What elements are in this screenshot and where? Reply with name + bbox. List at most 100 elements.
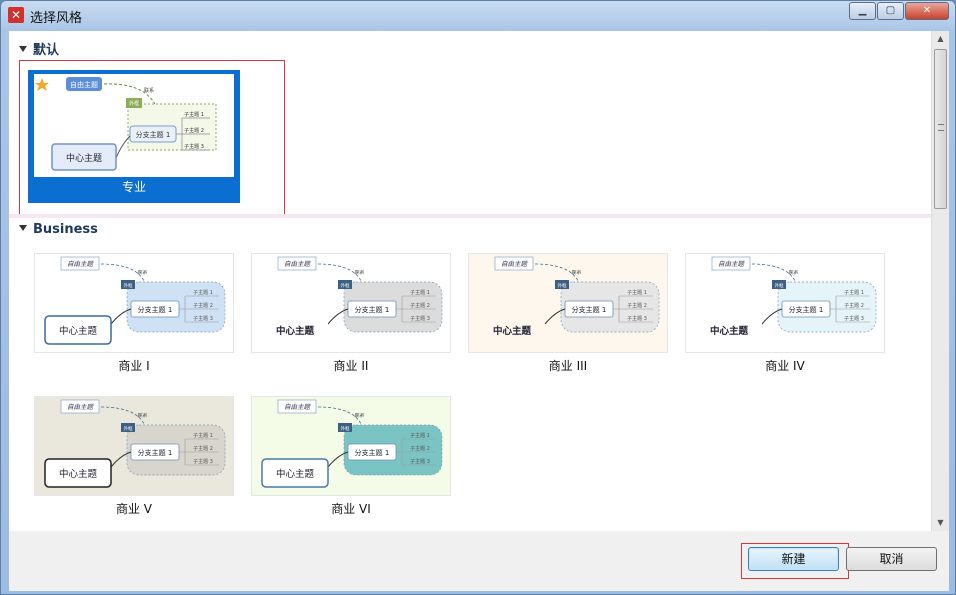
section-header-business[interactable]: Business [19,222,98,237]
mindmap-preview: 自由主题联系外框分支主题 1 子主题 1 子主题 2 子主题 3 中心主题 [261,399,443,488]
grip-icon [938,124,944,131]
sub-3: 子主题 3 [193,458,213,465]
sub-3: 子主题 3 [410,458,430,465]
sub-1: 子主题 1 [627,289,647,296]
mindmap-preview: 自由主题联系外框分支主题 1 子主题 1 子主题 2 子主题 3 中心主题 [44,256,226,345]
dialog-window: ✕ 选择风格 ▁ ▢ ✕ 默认 自由主题 联系 外框 分支主题 1 子主题 1 … [0,0,956,595]
sub-2: 子主题 2 [184,127,204,134]
sub-3: 子主题 3 [844,315,864,322]
collapse-arrow-icon[interactable] [19,225,27,231]
sub-3: 子主题 3 [193,315,213,322]
central-text: 中心主题 [276,468,315,480]
summary-text: 外框 [124,282,133,289]
summary-text: 外框 [558,282,567,289]
theme-card-2[interactable]: 自由主题联系 外框分支主题 1 子主题 1 子主题 2 子主题 3 中心主题 [251,253,451,353]
scroll-up-icon[interactable]: ▲ [932,31,949,47]
summary-text: 外框 [775,282,784,289]
central-text: 中心主题 [276,325,315,337]
theme-card-featured[interactable]: 自由主题 联系 外框 分支主题 1 子主题 1 子主题 2 子主题 3 中心主题… [28,70,240,203]
relation-text: 联系 [354,412,365,419]
sub-2: 子主题 2 [627,302,647,309]
theme-label: 商业 IV [765,359,805,373]
sub-2: 子主题 2 [410,445,430,452]
branch-text: 分支主题 1 [355,448,390,457]
float-topic-text: 自由主题 [284,260,312,268]
section-divider [9,214,931,218]
central-text: 中心主题 [59,325,98,337]
sub-2: 子主题 2 [193,302,213,309]
sub-3: 子主题 3 [410,315,430,322]
sub-2: 子主题 2 [844,302,864,309]
summary-text: 外框 [129,100,139,107]
section-header-default[interactable]: 默认 [19,39,59,58]
branch-text: 分支主题 1 [138,305,173,314]
central-text: 中心主题 [710,325,749,337]
relation-text: 联系 [137,412,148,419]
sub-1: 子主题 1 [184,111,204,118]
theme-label: 商业 V [115,502,153,516]
sub-1: 子主题 1 [410,432,430,439]
section-title: Business [33,222,98,237]
relation-text: 联系 [354,269,365,276]
relation-text: 联系 [788,269,799,276]
sub-1: 子主题 1 [193,432,213,439]
collapse-arrow-icon[interactable] [19,46,27,52]
summary-text: 外框 [341,282,350,289]
branch-text: 分支主题 1 [789,305,824,314]
sub-1: 子主题 1 [844,289,864,296]
mindmap-preview: 自由主题联系外框分支主题 1 子主题 1 子主题 2 子主题 3 中心主题 [44,399,226,488]
star-icon [35,78,49,91]
vertical-scrollbar[interactable]: ▲ ▼ [931,31,949,531]
theme-card-5[interactable]: 自由主题 联系 外框 分支主题 1 子主题 1 子主题 2 子主题 3 中心主题 [34,396,234,496]
float-topic-text: 自由主题 [67,403,95,411]
branch-text: 分支主题 1 [572,305,607,314]
cancel-button[interactable]: 取消 [846,547,937,571]
dialog-client: 默认 自由主题 联系 外框 分支主题 1 子主题 1 子主题 2 子主题 3 中… [9,31,949,591]
sub-1: 子主题 1 [410,289,430,296]
new-button[interactable]: 新建 [748,547,839,571]
relation-text: 联系 [144,87,154,94]
central-text: 中心主题 [66,152,102,164]
sub-2: 子主题 2 [193,445,213,452]
window-title: 选择风格 [30,11,83,26]
theme-card-4[interactable]: 自由主题联系 外框分支主题 1 子主题 1 子主题 2 子主题 3 中心主题 [685,253,885,353]
minimize-button[interactable]: ▁ [849,2,876,20]
summary-text: 外框 [341,425,350,432]
central-text: 中心主题 [493,325,532,337]
close-button[interactable]: ✕ [905,2,949,20]
mindmap-preview: 自由主题联系外框分支主题 1 子主题 1 子主题 2 子主题 3 中心主题 [262,256,443,344]
theme-label: 商业 VI [331,502,371,516]
theme-label: 专业 [121,180,146,194]
theme-preview: 自由主题 联系 外框 分支主题 1 子主题 1 子主题 2 子主题 3 中心主题 [34,74,234,177]
float-topic-text: 自由主题 [284,403,312,411]
title-bar[interactable]: ✕ 选择风格 ▁ ▢ ✕ [1,1,955,29]
summary-text: 外框 [124,425,133,432]
mindmap-preview: 自由主题联系外框分支主题 1 子主题 1 子主题 2 子主题 3 中心主题 [696,256,877,344]
theme-card-3[interactable]: 自由主题联系 外框分支主题 1 子主题 1 子主题 2 子主题 3 中心主题 [468,253,668,353]
sub-1: 子主题 1 [193,289,213,296]
sub-3: 子主题 3 [627,315,647,322]
window-controls: ▁ ▢ ✕ [848,2,949,20]
central-text: 中心主题 [59,468,98,480]
relation-text: 联系 [571,269,582,276]
theme-label: 商业 I [118,359,150,373]
xmind-icon: ✕ [8,7,24,23]
branch-text: 分支主题 1 [136,130,171,139]
theme-list: 默认 自由主题 联系 外框 分支主题 1 子主题 1 子主题 2 子主题 3 中… [9,31,931,531]
branch-text: 分支主题 1 [355,305,390,314]
theme-label: 商业 III [548,359,588,373]
mindmap-preview: 自由主题 联系 外框 分支主题 1 子主题 1 子主题 2 子主题 3 中心主题 [35,77,217,171]
float-topic-text: 自由主题 [718,260,746,268]
sub-2: 子主题 2 [410,302,430,309]
scroll-down-icon[interactable]: ▼ [932,515,949,531]
maximize-button[interactable]: ▢ [877,2,904,20]
scrollbar-thumb[interactable] [934,49,947,209]
relation-text: 联系 [137,269,148,276]
theme-card-6[interactable]: 自由主题联系 外框分支主题 1 子主题 1 子主题 2 子主题 3 中心主题 [251,396,451,496]
float-topic-text: 自由主题 [67,260,95,268]
theme-card-1[interactable]: 自由主题联系 外框分支主题 1 子主题 1 子主题 2 子主题 3 中心主题 [34,253,234,353]
sub-3: 子主题 3 [184,143,204,150]
theme-label: 商业 II [333,359,369,373]
section-title: 默认 [33,43,60,58]
float-topic-text: 自由主题 [501,260,529,268]
